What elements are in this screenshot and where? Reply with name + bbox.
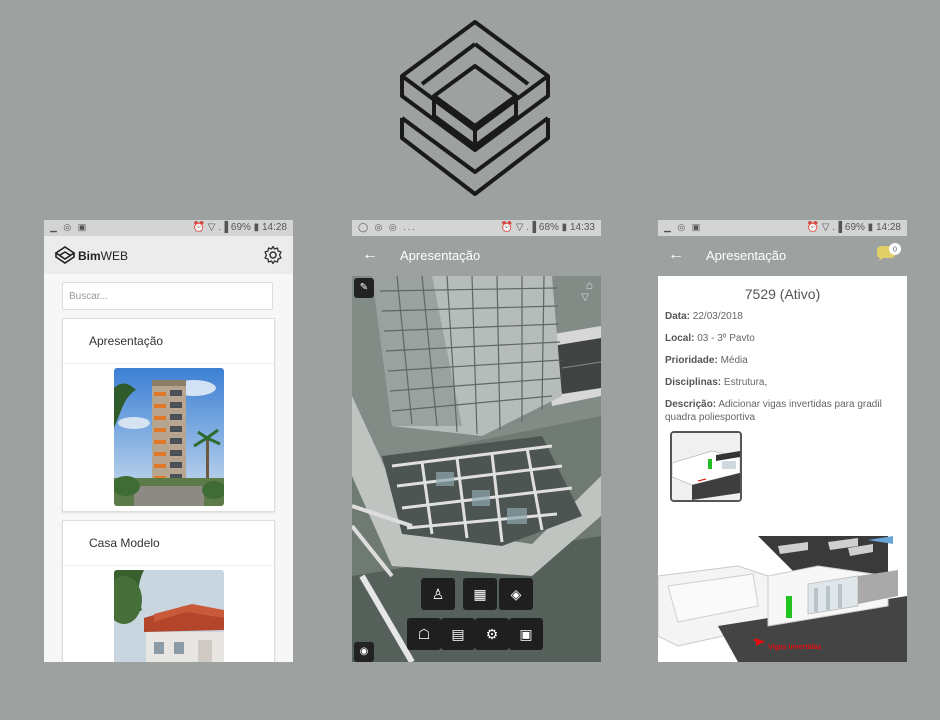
project-list: Buscar... Apresentação Casa Modelo bbox=[44, 274, 293, 662]
issue-field-date: Data: 22/03/2018 bbox=[665, 310, 901, 323]
phone-screen-project-list: ▁ ◎ ▣ ⏰ ▽ .▐ 69% ▮ 14:28 BimWEB Buscar..… bbox=[44, 220, 293, 662]
back-arrow-icon[interactable]: ← bbox=[362, 246, 378, 264]
comment-count: 0 bbox=[893, 247, 897, 254]
project-card[interactable]: Casa Modelo bbox=[62, 520, 275, 662]
search-input[interactable]: Buscar... bbox=[62, 282, 273, 310]
status-right-icons: ⏰ ▽ .▐ 68% ▮ 14:33 bbox=[500, 222, 595, 233]
measure-ruler-icon[interactable]: ▦ bbox=[463, 578, 497, 610]
collapse-icon[interactable]: ▽ bbox=[581, 292, 589, 303]
issue-field-description: Descrição: Adicionar vigas invertidas pa… bbox=[665, 398, 901, 424]
annotation-label: Vigas invertidas bbox=[768, 644, 822, 651]
issue-snapshot-thumbnail[interactable] bbox=[670, 431, 742, 502]
project-card-title: Apresentação bbox=[63, 319, 274, 364]
issue-field-disciplines: Disciplinas: Estrutura, bbox=[665, 376, 901, 389]
project-card[interactable]: Apresentação bbox=[62, 318, 275, 512]
brand: BimWEB bbox=[54, 245, 128, 267]
brand-light: WEB bbox=[100, 249, 129, 263]
comments-chat-icon[interactable]: 0 bbox=[875, 242, 901, 264]
phone-screen-3d-viewer: ◯ ◎ ◎ ... ⏰ ▽ .▐ 68% ▮ 14:33 ← Apresenta… bbox=[352, 220, 601, 662]
model-tree-icon[interactable]: ☖ bbox=[407, 618, 441, 650]
phone-screen-issue-detail: ▁ ◎ ▣ ⏰ ▽ .▐ 69% ▮ 14:28 ← Apresentação … bbox=[658, 220, 907, 662]
status-right-icons: ⏰ ▽ .▐ 69% ▮ 14:28 bbox=[806, 222, 901, 233]
issue-3d-snapshot: Vigas invertidas bbox=[658, 536, 907, 662]
home-icon[interactable]: ⌂ bbox=[586, 278, 593, 292]
fullscreen-icon[interactable]: ▣ bbox=[509, 618, 543, 650]
project-card-title: Casa Modelo bbox=[63, 521, 274, 566]
status-bar: ◯ ◎ ◎ ... ⏰ ▽ .▐ 68% ▮ 14:33 bbox=[352, 220, 601, 236]
field-label: Local: bbox=[665, 333, 695, 344]
field-label: Disciplinas: bbox=[665, 377, 722, 388]
issue-details: 7529 (Ativo) Data: 22/03/2018 Local: 03 … bbox=[658, 276, 907, 662]
visibility-eye-icon[interactable]: ◉ bbox=[354, 642, 374, 662]
app-bar: ← Apresentação 0 bbox=[658, 236, 907, 276]
status-bar: ▁ ◎ ▣ ⏰ ▽ .▐ 69% ▮ 14:28 bbox=[44, 220, 293, 236]
brand-logo-icon bbox=[54, 246, 76, 264]
section-box-icon[interactable]: ◈ bbox=[499, 578, 533, 610]
field-label: Prioridade: bbox=[665, 355, 718, 366]
status-right-icons: ⏰ ▽ .▐ 69% ▮ 14:28 bbox=[192, 222, 287, 233]
status-left-icons: ▁ ◎ ▣ bbox=[50, 222, 89, 232]
field-value: 22/03/2018 bbox=[692, 311, 743, 322]
screen-title: Apresentação bbox=[706, 248, 787, 263]
issue-field-priority: Prioridade: Média bbox=[665, 354, 901, 367]
logo bbox=[400, 20, 550, 196]
settings-gear-icon[interactable]: ⚙ bbox=[475, 618, 509, 650]
model-viewer[interactable]: ✎ ⌂ ▽ ◉ ♙ ▦ ◈ ☖ ▤ ⚙ ▣ bbox=[352, 276, 601, 662]
edit-pencil-icon[interactable]: ✎ bbox=[354, 278, 374, 298]
field-label: Descrição: bbox=[665, 399, 717, 410]
field-value: Estrutura, bbox=[723, 377, 768, 388]
app-bar: BimWEB bbox=[44, 236, 293, 274]
project-thumbnail bbox=[114, 570, 224, 662]
issue-title: 7529 (Ativo) bbox=[744, 286, 821, 302]
settings-gear-icon[interactable] bbox=[263, 245, 283, 265]
back-arrow-icon[interactable]: ← bbox=[668, 246, 684, 264]
project-thumbnail bbox=[114, 368, 224, 506]
status-left-icons: ◯ ◎ ◎ ... bbox=[358, 222, 417, 232]
properties-icon[interactable]: ▤ bbox=[441, 618, 475, 650]
status-left-icons: ▁ ◎ ▣ bbox=[664, 222, 703, 232]
screen-title: Apresentação bbox=[400, 248, 481, 263]
brand-name: BimWEB bbox=[78, 249, 128, 263]
field-label: Data: bbox=[665, 311, 691, 322]
walk-person-icon[interactable]: ♙ bbox=[421, 578, 455, 610]
field-value: Média bbox=[720, 355, 748, 366]
field-value: 03 - 3º Pavto bbox=[697, 333, 755, 344]
app-bar: ← Apresentação bbox=[352, 236, 601, 276]
issue-field-location: Local: 03 - 3º Pavto bbox=[665, 332, 901, 345]
status-bar: ▁ ◎ ▣ ⏰ ▽ .▐ 69% ▮ 14:28 bbox=[658, 220, 907, 236]
brand-strong: Bim bbox=[78, 249, 101, 263]
